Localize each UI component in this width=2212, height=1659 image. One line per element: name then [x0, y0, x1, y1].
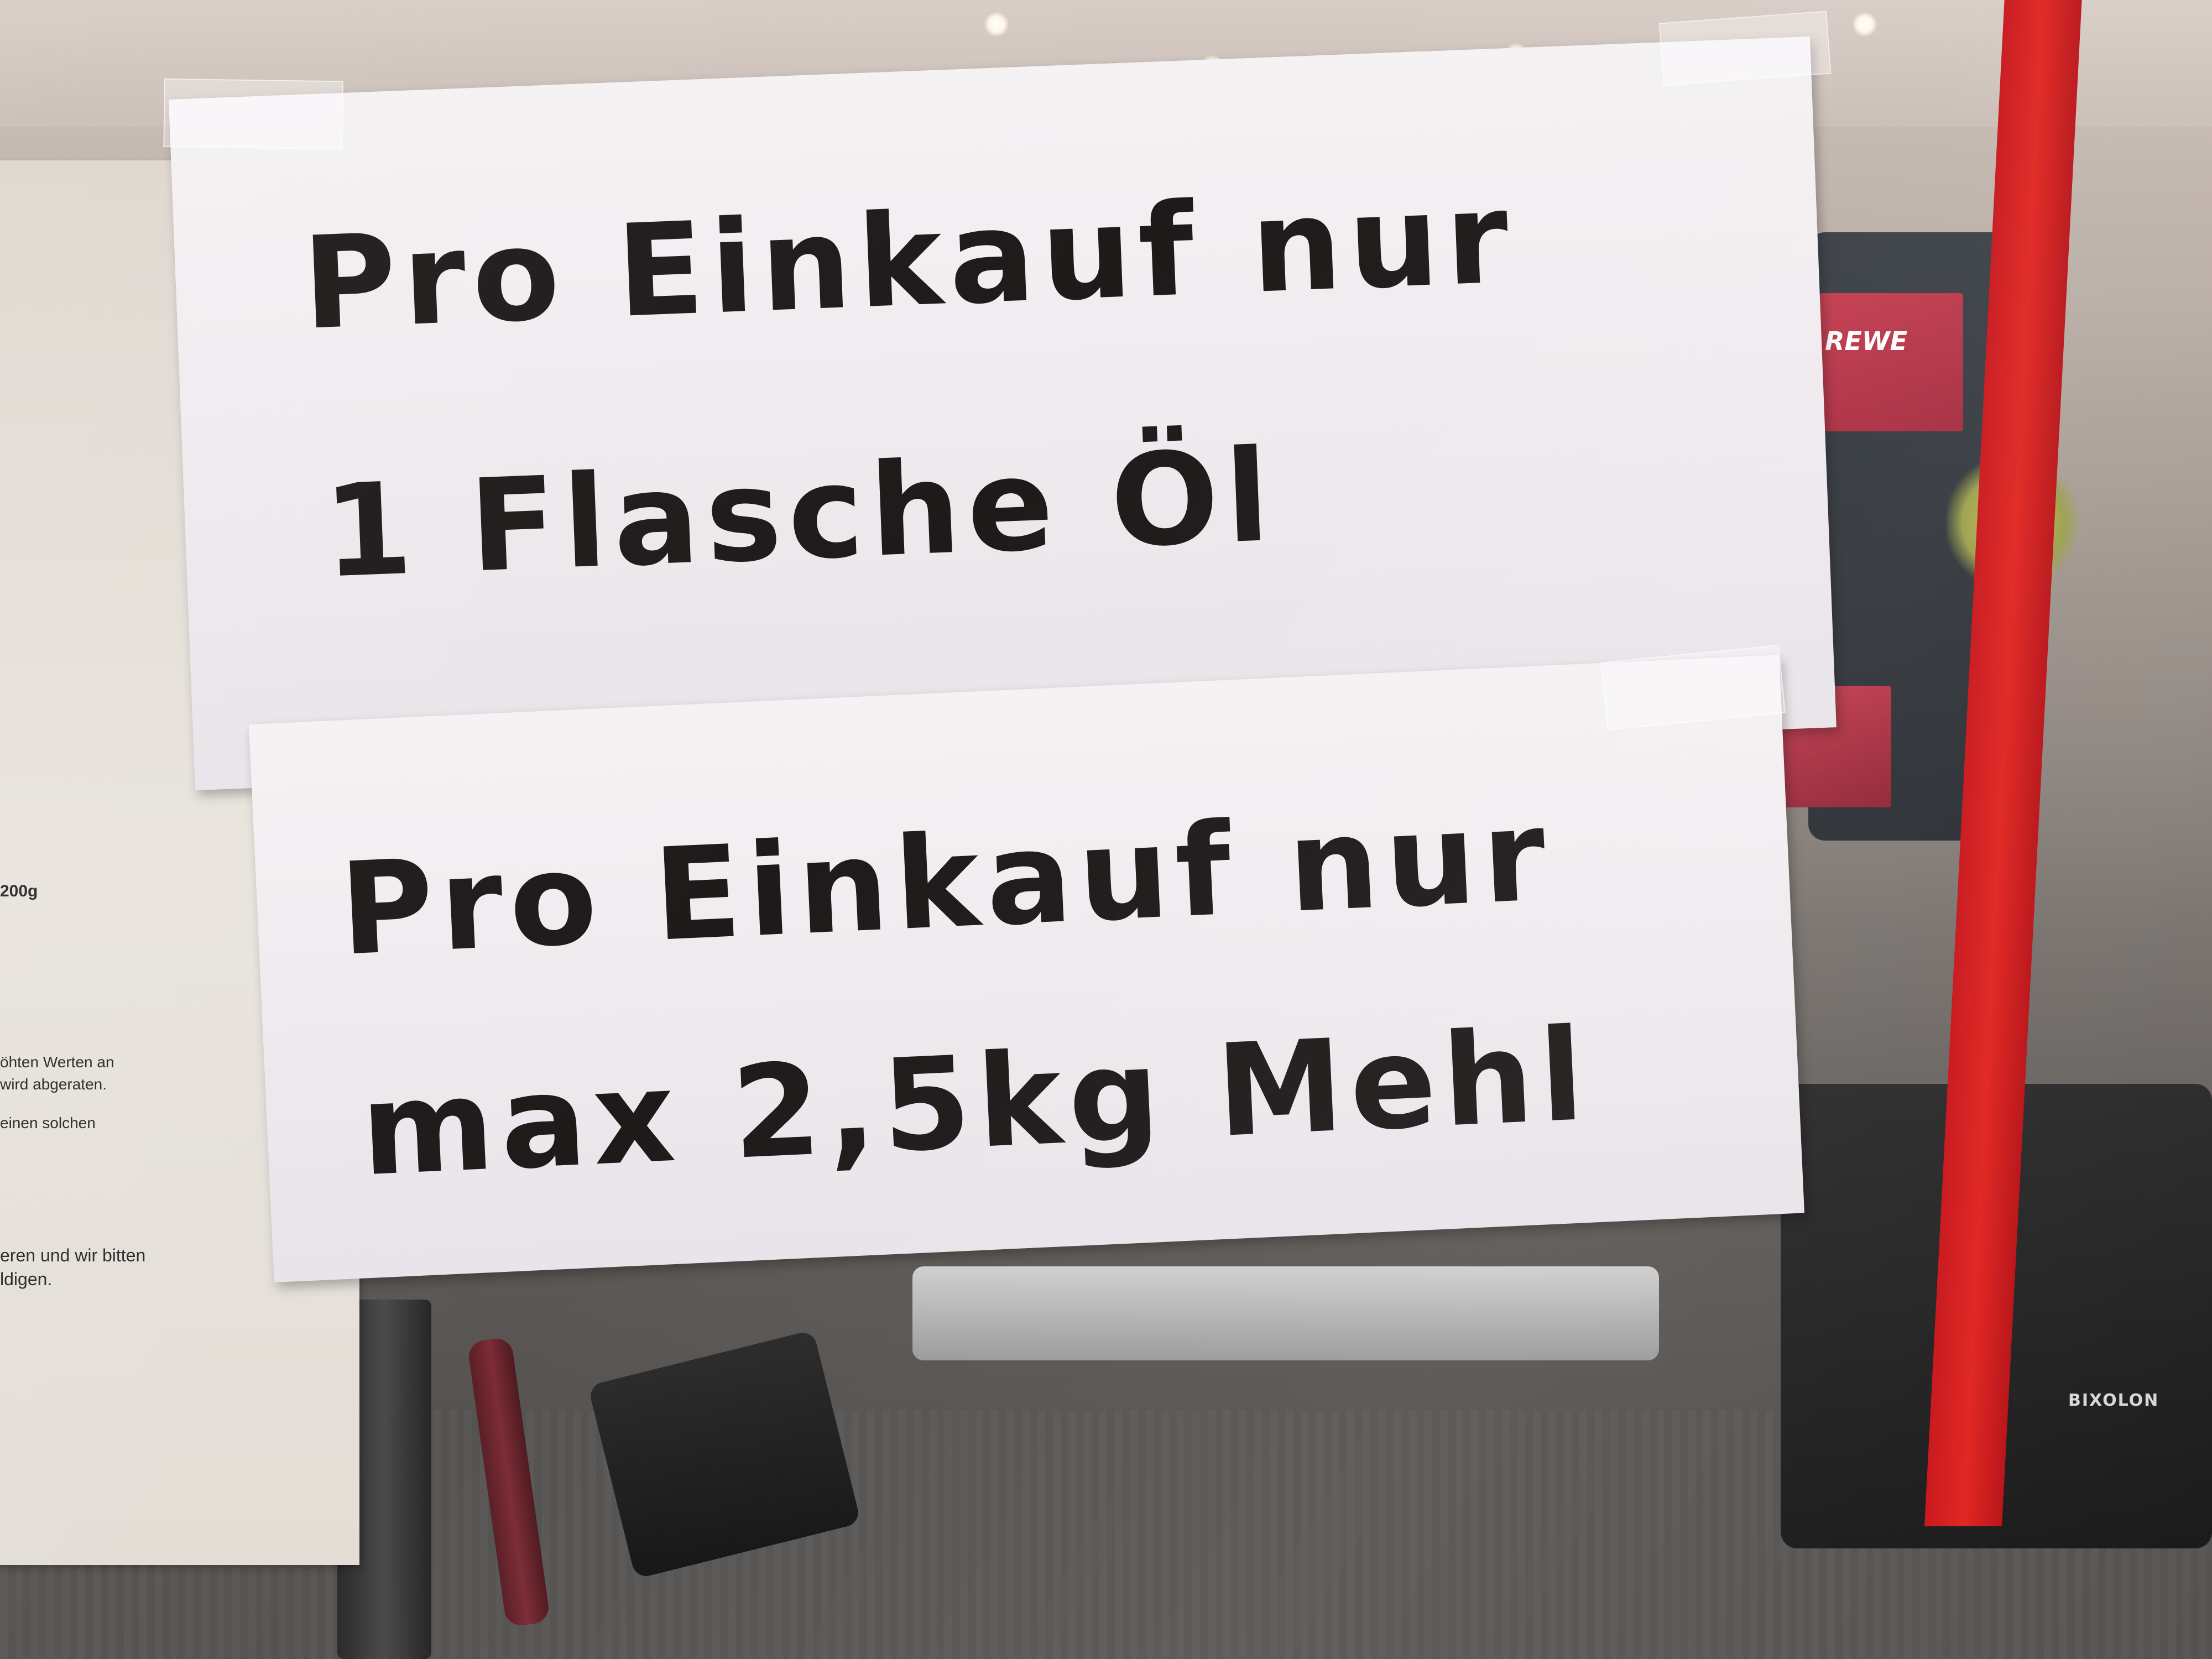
terminal-screen — [1819, 293, 1963, 431]
photo-scene: { "scene": { "description_colors": { "si… — [0, 0, 2212, 1659]
notice-text-line: wird abgeraten. — [0, 1076, 107, 1093]
sign-flour-line-2: max 2,5kg Mehl — [358, 1001, 1594, 1205]
ceiling-light — [1853, 12, 1877, 36]
scale-plate — [912, 1266, 1659, 1360]
notice-text-line: einen solchen — [0, 1114, 96, 1131]
sign-oil-line-1: Pro Einkauf nur — [300, 164, 1518, 358]
ceiling-light — [984, 12, 1009, 36]
printer-brand-label: BIXOLON — [2068, 1391, 2159, 1410]
tape-strip — [1658, 11, 1832, 86]
notice-text-line: öhten Werten an — [0, 1053, 114, 1071]
sign-flour-line-1: Pro Einkauf nur — [337, 781, 1555, 984]
sign-oil-line-2: 1 Flasche Öl — [321, 422, 1279, 607]
terminal-brand-label: REWE — [1825, 326, 1908, 356]
tape-strip — [163, 78, 343, 150]
notice-text-line: ldigen. — [0, 1269, 53, 1289]
notice-text-line: 200g — [0, 882, 38, 900]
sign-flour-limit: Pro Einkauf nur max 2,5kg Mehl — [249, 644, 1804, 1282]
notice-text-line: eren und wir bitten — [0, 1245, 146, 1265]
